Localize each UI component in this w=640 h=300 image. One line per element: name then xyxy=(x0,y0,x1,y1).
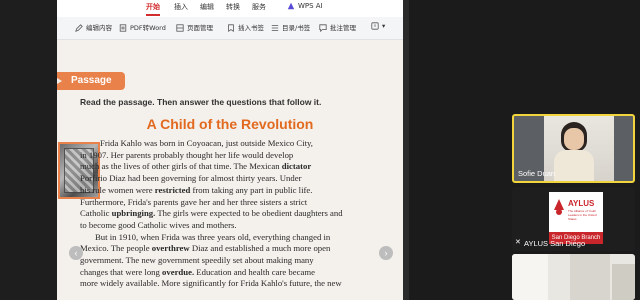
annotation-manage-label: 批注管理 xyxy=(330,24,356,32)
participant-tile-sofie[interactable]: Sofie Duan xyxy=(512,114,635,183)
more-icon xyxy=(371,22,379,30)
page-manage-button[interactable]: 页面管理 xyxy=(176,22,213,32)
insert-bookmark-button[interactable]: 插入书签 xyxy=(227,22,264,32)
chevron-down-icon: ▾ xyxy=(382,22,386,30)
pdf-to-word-label: PDF转Word xyxy=(130,24,166,32)
annotation-manage-button[interactable]: 批注管理 xyxy=(319,22,356,32)
file-convert-icon xyxy=(119,24,127,32)
passage-line: more widely available. More significantl… xyxy=(80,278,342,289)
passage-line: Porfirio Diaz had been governing for alm… xyxy=(80,173,302,184)
menu-edit[interactable]: 编辑 xyxy=(200,2,214,12)
menu-service[interactable]: 服务 xyxy=(252,2,266,12)
instructions: Read the passage. Then answer the questi… xyxy=(80,97,322,107)
passage-line: Mexico. The people overthrew Diaz and es… xyxy=(80,243,331,254)
edit-content-button[interactable]: 编辑内容 xyxy=(75,22,112,32)
toc-bookmark-button[interactable]: 目录/书签 xyxy=(271,22,310,32)
bookmark-plus-icon xyxy=(228,24,234,32)
pencil-icon xyxy=(75,24,83,32)
mic-muted-icon: ✕ xyxy=(515,239,521,246)
scrollbar[interactable] xyxy=(403,0,409,300)
prev-page-button[interactable]: ‹ xyxy=(69,246,83,260)
section-tag: Passage xyxy=(57,72,125,90)
passage-line: in 1907. Her parents probably thought he… xyxy=(80,149,294,160)
wps-ai-icon xyxy=(287,2,295,10)
page-manage-label: 页面管理 xyxy=(187,24,213,32)
left-margin xyxy=(0,0,57,300)
aylus-emblem-icon xyxy=(554,199,564,215)
next-page-button[interactable]: › xyxy=(379,246,393,260)
menu-convert[interactable]: 转换 xyxy=(226,2,240,12)
passage-title: A Child of the Revolution xyxy=(146,116,314,132)
aylus-wordmark: AYLUS xyxy=(568,199,595,208)
edit-content-label: 编辑内容 xyxy=(86,24,112,32)
more-button[interactable]: ▾ xyxy=(371,22,385,30)
menu-home[interactable]: 开始 xyxy=(146,2,160,12)
toolbar: 编辑内容 PDF转Word 页面管理 插入书签 目录/书签 批注管理 ▾ xyxy=(57,17,403,40)
passage-line: government. The new government speedily … xyxy=(80,255,314,266)
menu-insert[interactable]: 插入 xyxy=(174,2,188,12)
toc-bookmark-label: 目录/书签 xyxy=(282,24,311,32)
active-tab-indicator xyxy=(146,14,160,16)
passage-line: his rule women were restricted from taki… xyxy=(80,184,313,195)
participant-name: AYLUS San Diego xyxy=(524,239,586,248)
section-tag-notch xyxy=(57,78,62,84)
passage-line: But in 1910, when Frida was three years … xyxy=(95,231,331,242)
aylus-logo: AYLUS The Alliance of Youth Leaders in t… xyxy=(549,192,603,232)
passage-line: Frida Kahlo was born in Coyoacan, just o… xyxy=(100,138,313,148)
passage-body: Frida Kahlo was born in Coyoacan, just o… xyxy=(80,138,370,290)
pdf-to-word-button[interactable]: PDF转Word xyxy=(119,22,166,32)
insert-bookmark-label: 插入书签 xyxy=(238,24,264,32)
passage-line: Furthermore, Frida's parents gave her an… xyxy=(80,196,308,207)
aylus-subtitle: The Alliance of Youth Leaders in the Uni… xyxy=(568,209,597,221)
passage-line: much as the lives of other girls of that… xyxy=(80,161,312,172)
participant-tile-aylus[interactable]: AYLUS The Alliance of Youth Leaders in t… xyxy=(512,187,635,251)
list-icon xyxy=(271,25,279,31)
comment-icon xyxy=(319,24,327,32)
passage-line: Catholic upbringing. The girls were expe… xyxy=(80,208,343,219)
passage-line: to become good Catholic wives and mother… xyxy=(80,219,237,230)
pages-icon xyxy=(176,24,184,32)
participant-name: Sofie Duan xyxy=(518,169,556,178)
menu-bar: 开始 插入 编辑 转换 服务 WPS AI xyxy=(57,0,403,16)
passage-line: changes that were long overdue. Educatio… xyxy=(80,266,315,277)
pdf-viewer: 开始 插入 编辑 转换 服务 WPS AI 编辑内容 PDF转Word 页面管理… xyxy=(57,0,403,300)
participant-tile-room[interactable] xyxy=(512,254,635,300)
menu-wps-ai[interactable]: WPS AI xyxy=(298,2,323,10)
